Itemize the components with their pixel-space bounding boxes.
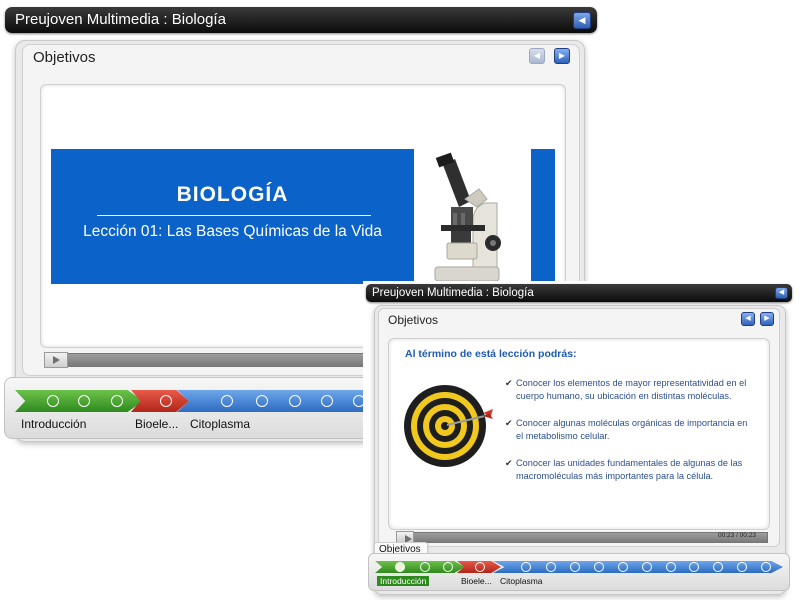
target-dartboard-image [403,383,495,469]
front-seek-bar[interactable] [396,532,768,543]
back-timeline-label-bioele[interactable]: Bioele... [135,417,178,431]
check-icon: ✔ [505,418,513,428]
back-seek-bar[interactable] [44,353,376,367]
front-timeline-node[interactable] [689,562,699,572]
back-timeline-node[interactable] [256,395,268,407]
front-slide-screen: Al término de está lección podrás: ✔ Cono… [388,338,770,530]
front-timeline-node[interactable] [594,562,604,572]
back-window-title: Preujoven Multimedia : Biología [15,11,226,28]
back-slide-banner-edge [531,149,555,284]
microscope-image [421,149,521,284]
back-window-titlebar: Preujoven Multimedia : Biología ◀ [5,7,597,33]
front-timeline-node[interactable] [642,562,652,572]
objective-item: ✔ Conocer los elementos de mayor represen… [505,378,747,401]
back-timeline-node[interactable] [111,395,123,407]
back-timeline-node[interactable] [78,395,90,407]
back-timeline-label-citoplasma[interactable]: Citoplasma [190,417,250,431]
back-timeline-label-intro[interactable]: Introducción [21,417,86,431]
back-timeline-node[interactable] [289,395,301,407]
front-timeline-node[interactable] [737,562,747,572]
speaker-icon[interactable]: ◀ [573,12,591,29]
front-timeline-node[interactable] [443,562,453,572]
front-timeline-node[interactable] [570,562,580,572]
front-timeline-node[interactable] [521,562,531,572]
front-timeline-label-citoplasma[interactable]: Citoplasma [500,576,543,586]
front-timeline-node[interactable] [761,562,771,572]
front-timeline-node[interactable] [713,562,723,572]
back-prev-button[interactable]: ◀ [529,48,545,64]
front-timeline-node[interactable] [546,562,556,572]
front-next-button[interactable]: ▶ [760,312,774,326]
front-timeline-node[interactable] [475,562,485,572]
front-timeline-label-intro[interactable]: Introducción [377,576,430,586]
back-timeline-node[interactable] [321,395,333,407]
front-timeline: Introducción Bioele... Citoplasma [368,553,790,591]
front-time-display: 00:23 / 00:23 [718,532,756,539]
back-slide-subtitle: Lección 01: Las Bases Químicas de la Vid… [83,223,382,240]
front-slide-heading: Al término de está lección podrás: [405,348,577,360]
front-window-title: Preujoven Multimedia : Biología [372,287,534,299]
objectives-list: ✔ Conocer los elementos de mayor represen… [505,377,757,497]
back-timeline-node[interactable] [160,395,172,407]
check-icon: ✔ [505,458,513,468]
front-window-titlebar: Preujoven Multimedia : Biología ◀ [366,284,792,302]
front-timeline-node[interactable] [420,562,430,572]
back-timeline-node[interactable] [221,395,233,407]
back-timeline: Introducción Bioele... Citoplasma [4,377,377,439]
objective-item: ✔ Conocer algunas moléculas orgánicas de … [505,418,748,441]
front-section-title: Objetivos [388,313,439,327]
objective-item: ✔ Conocer las unidades fundamentales de a… [505,458,743,481]
back-timeline-node[interactable] [47,395,59,407]
back-timeline-seg-citoplasma [177,390,377,412]
back-section-title: Objetivos [33,49,96,66]
back-slide-heading: BIOLOGÍA [176,183,289,206]
front-prev-button[interactable]: ◀ [741,312,755,326]
back-play-button[interactable] [44,352,68,368]
front-speaker-icon[interactable]: ◀ [775,287,788,299]
back-next-button[interactable]: ▶ [554,48,570,64]
check-icon: ✔ [505,378,513,388]
front-timeline-node-current[interactable] [395,562,405,572]
back-slide-divider [97,215,371,216]
front-timeline-node[interactable] [666,562,676,572]
front-timeline-label-bioele[interactable]: Bioele... [461,576,492,586]
front-timeline-node[interactable] [618,562,628,572]
back-slide-banner: BIOLOGÍA Lección 01: Las Bases Químicas … [51,149,414,284]
